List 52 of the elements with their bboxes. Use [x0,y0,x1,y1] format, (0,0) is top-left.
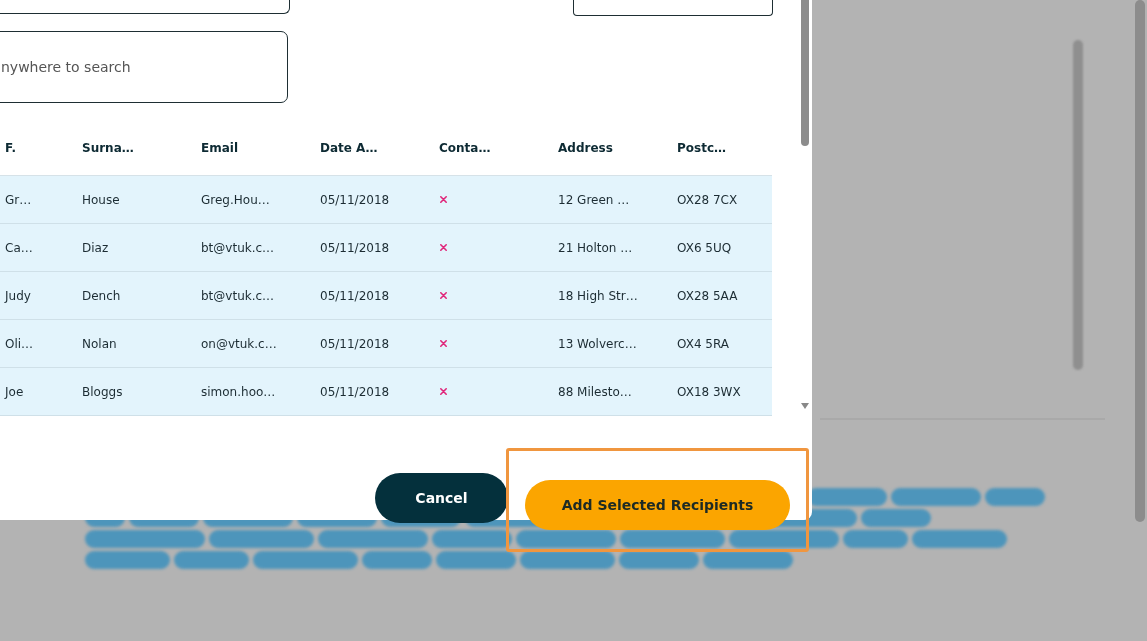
table-cell: Diaz [82,240,109,255]
table-cell: 05/11/2018 [320,240,390,255]
blurred-tag [843,530,908,548]
scrollbar-thumb[interactable] [801,0,809,146]
table-cell: Dench [82,288,121,303]
table-cell: Nolan [82,336,117,351]
table-cell: 12 Green … [558,192,630,207]
table-cell: 05/11/2018 [320,336,390,351]
table-cell: OX18 3WX [677,384,741,399]
table-cell: simon.hoo… [201,384,276,399]
table-cell: 13 Wolverc… [558,336,637,351]
table-cell: Judy [5,288,31,303]
table-cell: 05/11/2018 [320,288,390,303]
column-header[interactable]: Postc… [677,140,796,155]
column-header[interactable]: Conta… [439,140,558,155]
add-recipients-button[interactable]: Add Selected Recipients [525,480,790,530]
table-cell: Greg.Hou… [201,192,270,207]
table-cell: 18 High Str… [558,288,638,303]
table-cell: 05/11/2018 [320,192,390,207]
table-cell: OX6 5UQ [677,240,732,255]
column-header[interactable]: Address [558,140,677,155]
table-cell: Ca… [5,240,33,255]
blurred-tag [861,509,931,527]
cancel-button[interactable]: Cancel [375,473,508,523]
search-field[interactable]: nywhere to search [0,31,288,103]
column-header[interactable]: Email [201,140,320,155]
table-cell: OX28 5AA [677,288,738,303]
table-cell: bt@vtuk.c… [201,240,275,255]
column-header[interactable]: F. [0,140,82,155]
table-cell: on@vtuk.c… [201,336,277,351]
table-cell: Joe [5,384,24,399]
table-row[interactable]: Oli… Nolan on@vtuk.c… 05/11/2018 13 Wolverc… OX4 5RA [0,320,772,368]
page-scrollbar[interactable] [1135,0,1145,522]
blurred-tag [985,488,1045,506]
column-header[interactable]: Surna… [82,140,201,155]
table-cell: Oli… [5,336,34,351]
table-row[interactable]: Gr… House Greg.Hou… 05/11/2018 12 Green … OX28 7CX [0,176,772,224]
table-cell: Bloggs [82,384,123,399]
blurred-tag [362,551,432,569]
table-row[interactable]: Joe Bloggs simon.hoo… 05/11/2018 88 Milesto… OX18 3WX [0,368,772,416]
table-row[interactable]: Ca… Diaz bt@vtuk.c… 05/11/2018 21 Holton … OX6 5UQ [0,224,772,272]
scroll-down-icon[interactable] [801,403,809,409]
table-cell: 05/11/2018 [320,384,390,399]
table-cell: Gr… [5,192,32,207]
table-row[interactable]: Judy Dench bt@vtuk.c… 05/11/2018 18 High Str… OX28 5AA [0,272,772,320]
column-header[interactable]: Date A… [320,140,439,155]
table-cell: OX4 5RA [677,336,730,351]
table-cell: 88 Milesto… [558,384,632,399]
table-cell: 21 Holton … [558,240,633,255]
table-cell: OX28 7CX [677,192,738,207]
table-cell: House [82,192,120,207]
table-cell: bt@vtuk.c… [201,288,275,303]
